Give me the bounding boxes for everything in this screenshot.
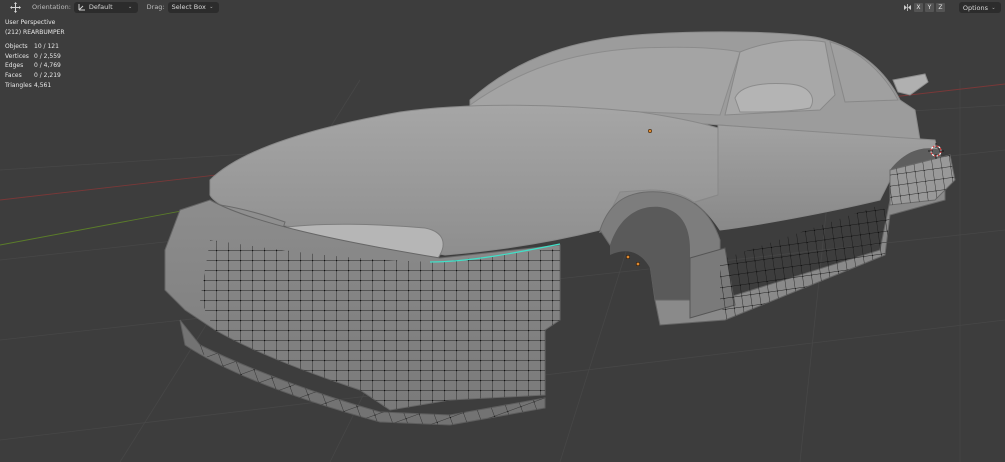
object-origin-icon[interactable] <box>635 261 641 267</box>
stat-row-triangles: Triangles 4,561 <box>5 81 65 91</box>
transform-tool-button[interactable] <box>10 1 21 13</box>
rear-spoiler[interactable] <box>892 73 929 96</box>
stat-row-objects: Objects 10 / 121 <box>5 42 65 52</box>
stat-row-faces: Faces 0 / 2,219 <box>5 71 65 81</box>
stat-value: 0 / 4,769 <box>34 62 61 70</box>
drag-value: Select Box <box>171 3 206 11</box>
3d-viewport[interactable]: Orientation: Default ⌄ Drag: Select Box … <box>0 0 1005 462</box>
mirror-butterfly-icon[interactable] <box>903 3 912 12</box>
options-label: Options <box>962 3 988 12</box>
stats-overlay: User Perspective (212) REARBUMPER Object… <box>5 18 65 90</box>
stat-value: 10 / 121 <box>34 43 59 51</box>
chevron-down-icon: ⌄ <box>128 4 133 10</box>
transform-orientation-icon <box>78 4 85 11</box>
mirror-y-toggle[interactable]: Y <box>924 3 934 12</box>
stat-label: Objects <box>5 43 28 51</box>
orientation-label: Orientation: <box>32 3 71 11</box>
chevron-down-icon: ⌄ <box>209 4 214 10</box>
move-gizmo-icon <box>10 1 21 13</box>
stat-label: Edges <box>5 62 24 70</box>
active-object-name: (212) REARBUMPER <box>5 28 65 36</box>
drag-group: Drag: Select Box ⌄ <box>146 1 219 13</box>
object-origin-icon[interactable] <box>625 254 631 260</box>
stat-label: Triangles <box>5 81 32 89</box>
stat-row-edges: Edges 0 / 4,769 <box>5 61 65 71</box>
mirror-x-toggle[interactable]: X <box>913 3 923 12</box>
drag-dropdown[interactable]: Select Box ⌄ <box>167 1 219 13</box>
side-mirror[interactable] <box>734 83 813 113</box>
stat-value: 4,561 <box>34 81 52 89</box>
chevron-down-icon: ⌄ <box>991 4 996 11</box>
orientation-group: Orientation: Default ⌄ <box>32 1 138 13</box>
stat-label: Vertices <box>5 52 29 60</box>
front-bumper-wireframe <box>200 240 560 410</box>
drag-label: Drag: <box>146 3 165 11</box>
stat-value: 0 / 2,559 <box>34 52 61 60</box>
object-origin-icon[interactable] <box>647 128 653 134</box>
options-dropdown[interactable]: Options ⌄ <box>958 2 1001 13</box>
mirror-z-toggle[interactable]: Z <box>935 3 945 12</box>
viewport-header: Orientation: Default ⌄ Drag: Select Box … <box>0 0 1005 14</box>
stat-row-vertices: Vertices 0 / 2,559 <box>5 52 65 62</box>
orientation-dropdown[interactable]: Default ⌄ <box>73 1 138 13</box>
view-name: User Perspective <box>5 19 56 26</box>
stat-value: 0 / 2,219 <box>34 71 61 79</box>
viewport-scene[interactable] <box>0 0 1005 462</box>
stat-label: Faces <box>5 71 22 79</box>
orientation-value: Default <box>88 3 113 11</box>
viewport-right-tools: X Y Z Options ⌄ <box>903 2 1001 13</box>
